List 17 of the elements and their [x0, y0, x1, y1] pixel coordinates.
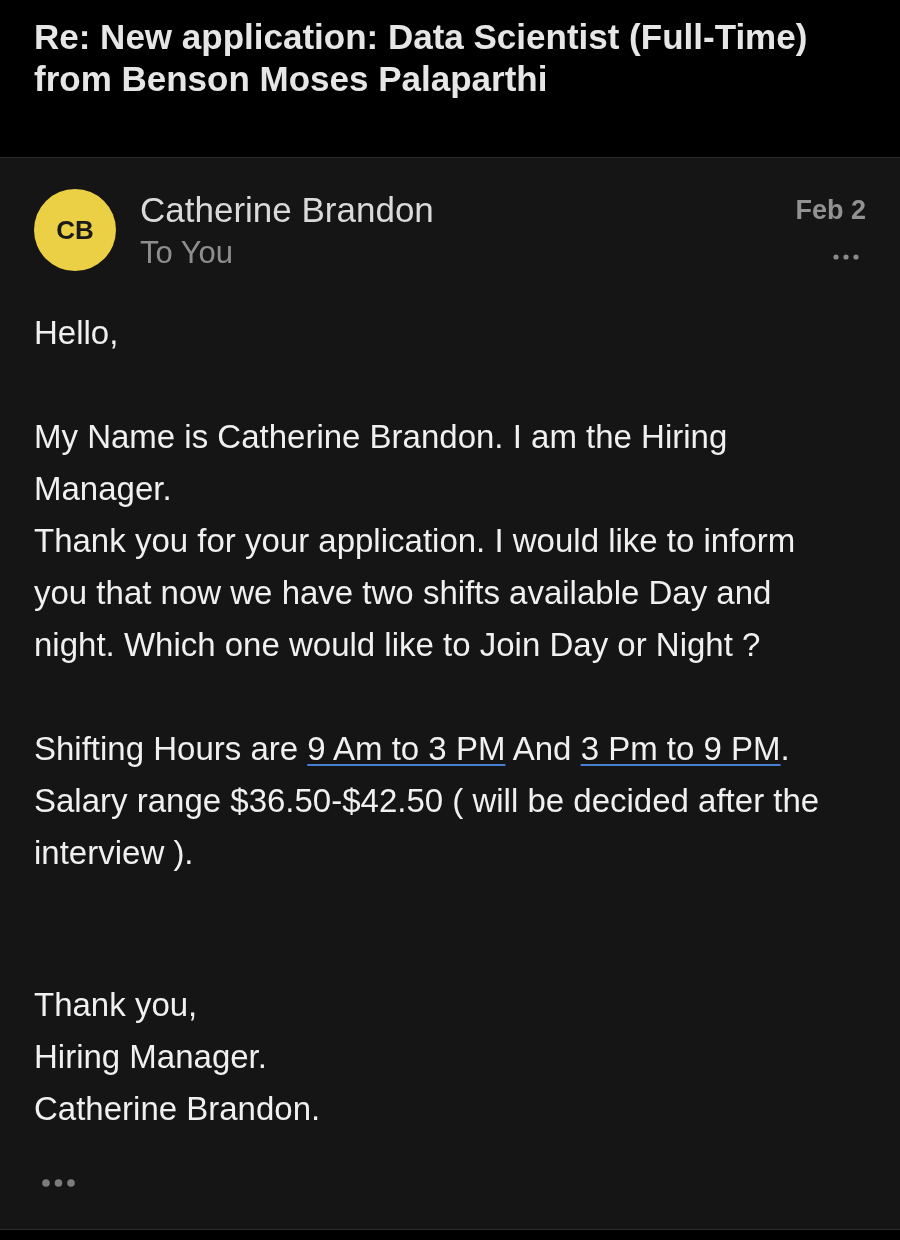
message-date: Feb 2: [795, 194, 866, 226]
body-paragraph: My Name is Catherine Brandon. I am the Hiring Manager.: [34, 417, 729, 509]
body-paragraph: Shifting Hours are 9 Am to 3 PM And 3 Pm to 9 PM.: [34, 729, 791, 769]
body-paragraph: Salary range $36.50-$42.50 ( will be decided after the interview ).: [34, 781, 821, 873]
sender-avatar: CB: [34, 189, 116, 271]
ellipsis-icon[interactable]: [42, 1179, 75, 1187]
link[interactable]: 3 Pm to 9 PM: [580, 730, 781, 767]
body-paragraph: Hello,: [34, 313, 120, 353]
body-paragraph: Thank you for your application. I would like to inform you that now we have two shifts available Day and night. Which one would like to Join Day or Night ?: [34, 521, 797, 665]
more-options-icon[interactable]: [833, 254, 859, 260]
signature-line: Catherine Brandon.: [34, 1089, 322, 1129]
recipient-label[interactable]: To You: [140, 234, 234, 272]
signature-line: Thank you,: [34, 985, 199, 1025]
sender-name: Catherine Brandon: [140, 189, 434, 231]
signature-line: Hiring Manager.: [34, 1037, 268, 1077]
email-subject: Re: New application: Data Scientist (Full-Time) from Benson Moses Palaparthi: [34, 16, 809, 100]
link[interactable]: 9 Am to 3 PM: [307, 730, 506, 767]
